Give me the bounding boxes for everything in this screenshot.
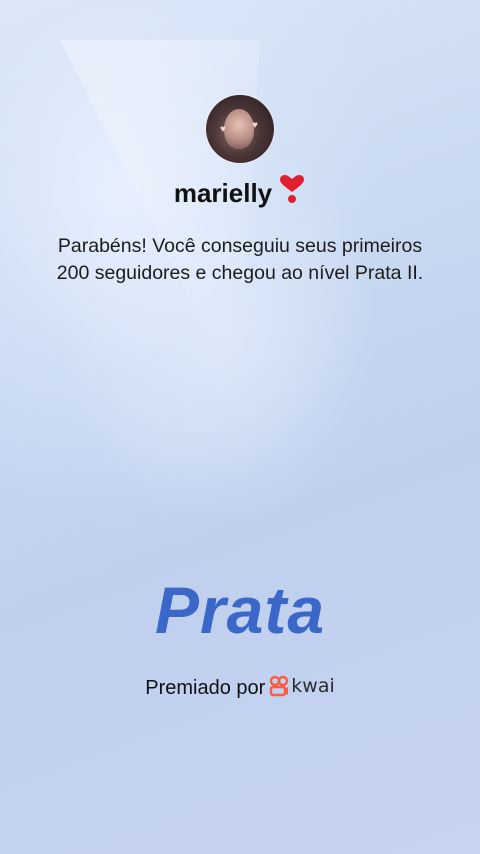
avatar-heart-icon: ♥	[252, 120, 258, 131]
awarded-by-label: Premiado por	[145, 677, 266, 699]
kwai-brand-name: kwai	[291, 675, 335, 697]
avatar-face	[224, 109, 254, 149]
avatar: ♥ ♥	[206, 95, 274, 163]
kwai-brand: kwai	[269, 675, 335, 697]
username: marielly	[173, 178, 273, 208]
congratulations-message: Parabéns! Você conseguiu seus primeiros …	[56, 235, 424, 284]
awarded-by-row: Premiado por kwai	[0, 675, 480, 700]
heart-exclamation-icon	[278, 174, 306, 211]
avatar-heart-icon: ♥	[220, 124, 226, 135]
kwai-logo-icon	[269, 675, 289, 697]
level-title: Prata	[154, 573, 326, 647]
username-row: marielly	[0, 174, 480, 211]
